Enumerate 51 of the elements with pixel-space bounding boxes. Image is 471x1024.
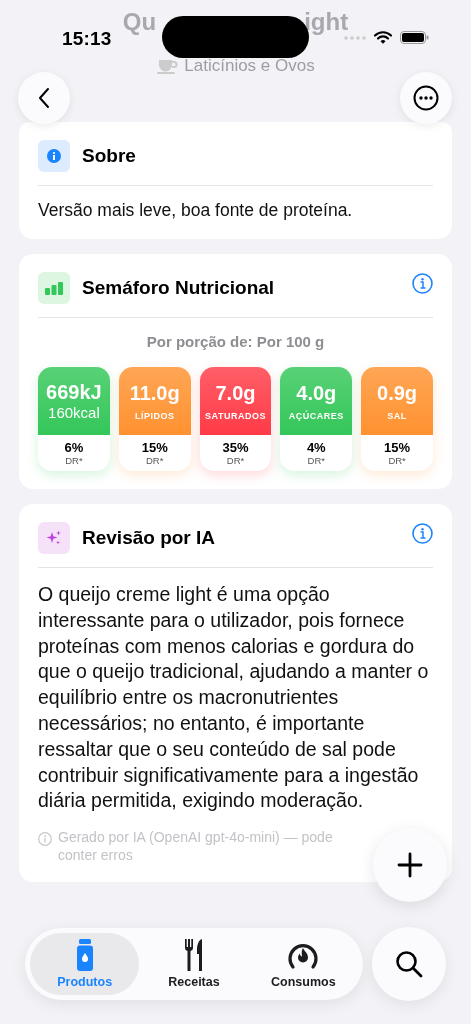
- dr-label: DR*: [65, 454, 83, 466]
- nutrient-label: LÍPIDOS: [134, 411, 175, 421]
- dr-label: DR*: [146, 454, 164, 466]
- review-text: O queijo creme light é uma opção interessante para o utilizador, pois fornece proteínas com menos calorias e gordura do que o queijo tradicional, ajudando a manter o equilíbrio entre os macronutrientes necessários; no entanto, é importante ressaltar que o seu conteúdo de sal pode contribuir significativamente para a ingestão diária permitida, exigindo moderação.: [38, 582, 430, 814]
- nutrient-percent: 6%: [64, 440, 84, 455]
- sparkles-icon: [38, 522, 70, 554]
- card-title: Revisão por IA: [82, 527, 217, 549]
- nutrient-value: 4.0g: [296, 381, 337, 405]
- dr-label: DR*: [307, 454, 325, 466]
- disclaimer-text: Gerado por IA (OpenAI gpt-4o-mini) — pode conter erros: [58, 828, 334, 865]
- dr-label: DR*: [388, 454, 406, 466]
- nutrient-percent: 4%: [306, 440, 326, 455]
- bottle-icon: [76, 939, 93, 971]
- nutrient-label: SATURADOS: [205, 411, 266, 421]
- back-button[interactable]: [18, 72, 70, 124]
- more-button[interactable]: [400, 72, 452, 124]
- dr-label: DR*: [226, 454, 245, 466]
- nutrient-percent: 15%: [384, 440, 411, 455]
- page-title: Qu: [122, 8, 157, 36]
- card-title: Sobre: [82, 145, 137, 167]
- nutrient-value: 0.9g: [377, 381, 418, 405]
- card-title: Semáforo Nutricional: [82, 277, 276, 299]
- info-icon: [38, 140, 70, 172]
- info-button[interactable]: [412, 523, 433, 544]
- nutrient-percent: 15%: [141, 440, 168, 455]
- wifi-icon: [374, 31, 392, 44]
- more-icon: [413, 85, 439, 111]
- chevron-left-icon: [37, 87, 51, 109]
- fork-knife-icon: [184, 939, 204, 971]
- nutrient-value: 11.0g: [129, 381, 180, 405]
- status-time: 15:13: [62, 27, 112, 50]
- info-icon: [38, 832, 52, 847]
- tab[interactable]: Receitas: [139, 933, 249, 995]
- nutrient-label: SAL: [387, 411, 407, 421]
- plus-icon: [397, 852, 423, 878]
- nutrient-percent: 35%: [222, 440, 249, 455]
- page-title: ight: [304, 8, 349, 36]
- search-icon: [395, 950, 423, 978]
- cup-icon: [156, 58, 179, 74]
- nutrient-label: AÇÚCARES: [288, 411, 344, 421]
- tab[interactable]: Consumos: [248, 933, 358, 995]
- info-button[interactable]: [412, 273, 433, 294]
- bar-chart-icon: [38, 272, 70, 304]
- battery-icon: [400, 31, 429, 44]
- portion-label: Por porção de: Por 100 g: [145, 333, 326, 350]
- nutrient-secondary: 160kcal: [48, 404, 100, 422]
- category-subtitle: Laticínios e Ovos: [184, 56, 315, 76]
- nutrient-value: 669kJ: [46, 380, 102, 404]
- nutrient-value: 7.0g: [215, 381, 256, 405]
- about-text: Versão mais leve, boa fonte de proteína.: [38, 200, 354, 221]
- signal-icon: [344, 34, 366, 41]
